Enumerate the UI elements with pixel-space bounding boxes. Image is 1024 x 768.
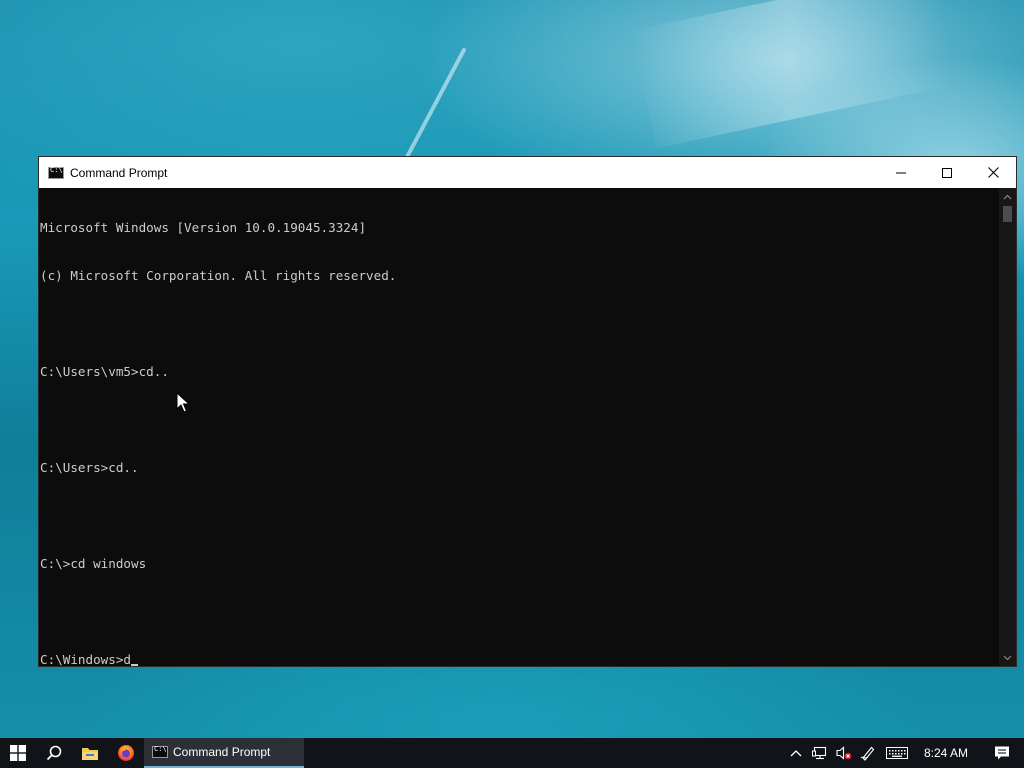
search-button[interactable] xyxy=(36,738,72,768)
minimize-icon xyxy=(896,172,906,173)
action-center-button[interactable] xyxy=(980,738,1024,768)
cmd-icon: C:\ xyxy=(48,166,64,179)
notification-icon xyxy=(995,746,1009,760)
touch-keyboard-button[interactable] xyxy=(880,738,914,768)
clock[interactable]: 8:24 AM xyxy=(914,746,980,760)
chevron-up-icon xyxy=(790,750,802,757)
wallpaper-streak xyxy=(397,47,467,173)
scroll-down-button[interactable] xyxy=(999,649,1016,666)
text-cursor xyxy=(131,664,138,666)
file-explorer-button[interactable] xyxy=(72,738,108,768)
maximize-icon xyxy=(942,167,952,178)
firefox-icon xyxy=(118,745,134,761)
console-line: C:\Users\vm5>cd.. xyxy=(40,364,169,379)
maximize-button[interactable] xyxy=(924,157,970,188)
firefox-button[interactable] xyxy=(108,738,144,768)
volume-muted-icon xyxy=(836,746,852,760)
start-button[interactable] xyxy=(0,738,36,768)
cmd-icon: C:\ xyxy=(152,745,168,758)
system-tray: 8:24 AM xyxy=(784,738,1024,768)
windows-logo-icon xyxy=(10,745,26,761)
console-line: C:\>cd windows xyxy=(40,556,147,571)
mouse-pointer-icon xyxy=(176,392,190,413)
scroll-thumb[interactable] xyxy=(1003,206,1012,222)
window-title: Command Prompt xyxy=(70,165,168,180)
console-prompt: C:\Windows> xyxy=(40,652,124,666)
close-icon xyxy=(987,167,999,178)
taskbar-app-command-prompt[interactable]: C:\ Command Prompt xyxy=(144,738,304,768)
chevron-down-icon xyxy=(1003,655,1012,660)
pen-workspace-button[interactable] xyxy=(856,738,880,768)
wallpaper-highlight xyxy=(631,0,1024,149)
pen-icon xyxy=(860,746,875,761)
console-line: (c) Microsoft Corporation. All rights re… xyxy=(40,268,397,283)
keyboard-icon xyxy=(885,747,908,759)
taskbar-app-label: Command Prompt xyxy=(173,745,271,759)
network-icon xyxy=(811,746,827,760)
minimize-button[interactable] xyxy=(878,157,924,188)
title-bar[interactable]: C:\ Command Prompt xyxy=(39,157,1016,188)
chevron-up-icon xyxy=(1003,194,1012,199)
console-line: Microsoft Windows [Version 10.0.19045.33… xyxy=(40,220,367,235)
close-button[interactable] xyxy=(970,157,1016,188)
console-prompt-line[interactable]: C:\Windows>d xyxy=(40,652,1000,666)
taskbar: C:\ Command Prompt 8:24 AM xyxy=(0,738,1024,768)
console-input[interactable]: d xyxy=(123,652,131,666)
console-output[interactable]: Microsoft Windows [Version 10.0.19045.33… xyxy=(39,188,1000,666)
scroll-up-button[interactable] xyxy=(999,188,1016,205)
vertical-scrollbar[interactable] xyxy=(999,188,1016,666)
network-button[interactable] xyxy=(808,738,832,768)
window-controls xyxy=(878,157,1016,188)
search-icon xyxy=(46,745,62,761)
show-hidden-icons-button[interactable] xyxy=(784,738,808,768)
folder-icon xyxy=(82,747,98,760)
volume-button[interactable] xyxy=(832,738,856,768)
console-line: C:\Users>cd.. xyxy=(40,460,139,475)
